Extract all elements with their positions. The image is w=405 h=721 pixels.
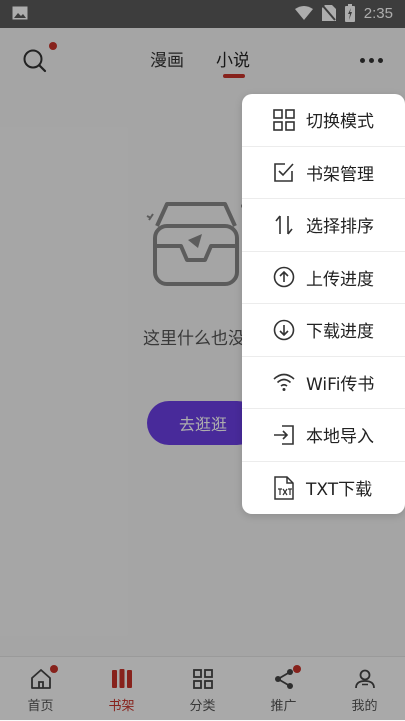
menu-item-label: 上传进度 [306, 269, 374, 290]
menu-item-label: 选择排序 [306, 217, 374, 238]
menu-item-txt-download[interactable]: TXT下载 [242, 462, 405, 515]
menu-item-shelf-manage[interactable]: 书架管理 [242, 147, 405, 199]
download-circle-icon [272, 318, 296, 342]
options-menu: 切换模式 书架管理 选择排序 上传进度 下载进度 WiFi传书 本地导入 TXT… [242, 94, 405, 514]
txt-file-icon [272, 476, 296, 500]
checkbox-edit-icon [272, 160, 296, 184]
menu-item-label: 切换模式 [306, 112, 374, 133]
grid-icon [272, 108, 296, 132]
wifi-icon [272, 370, 296, 394]
menu-item-upload-progress[interactable]: 上传进度 [242, 252, 405, 304]
menu-item-wifi-transfer[interactable]: WiFi传书 [242, 357, 405, 409]
menu-item-label: 下载进度 [306, 322, 374, 343]
import-icon [272, 423, 296, 447]
menu-item-local-import[interactable]: 本地导入 [242, 409, 405, 462]
menu-item-switch-mode[interactable]: 切换模式 [242, 94, 405, 147]
menu-item-download-progress[interactable]: 下载进度 [242, 304, 405, 357]
menu-item-sort[interactable]: 选择排序 [242, 199, 405, 252]
menu-item-label: 书架管理 [306, 164, 374, 185]
menu-item-label: 本地导入 [306, 427, 374, 448]
menu-item-label: WiFi传书 [306, 374, 375, 395]
menu-item-label: TXT下载 [306, 480, 373, 501]
upload-circle-icon [272, 265, 296, 289]
sort-icon [272, 213, 296, 237]
